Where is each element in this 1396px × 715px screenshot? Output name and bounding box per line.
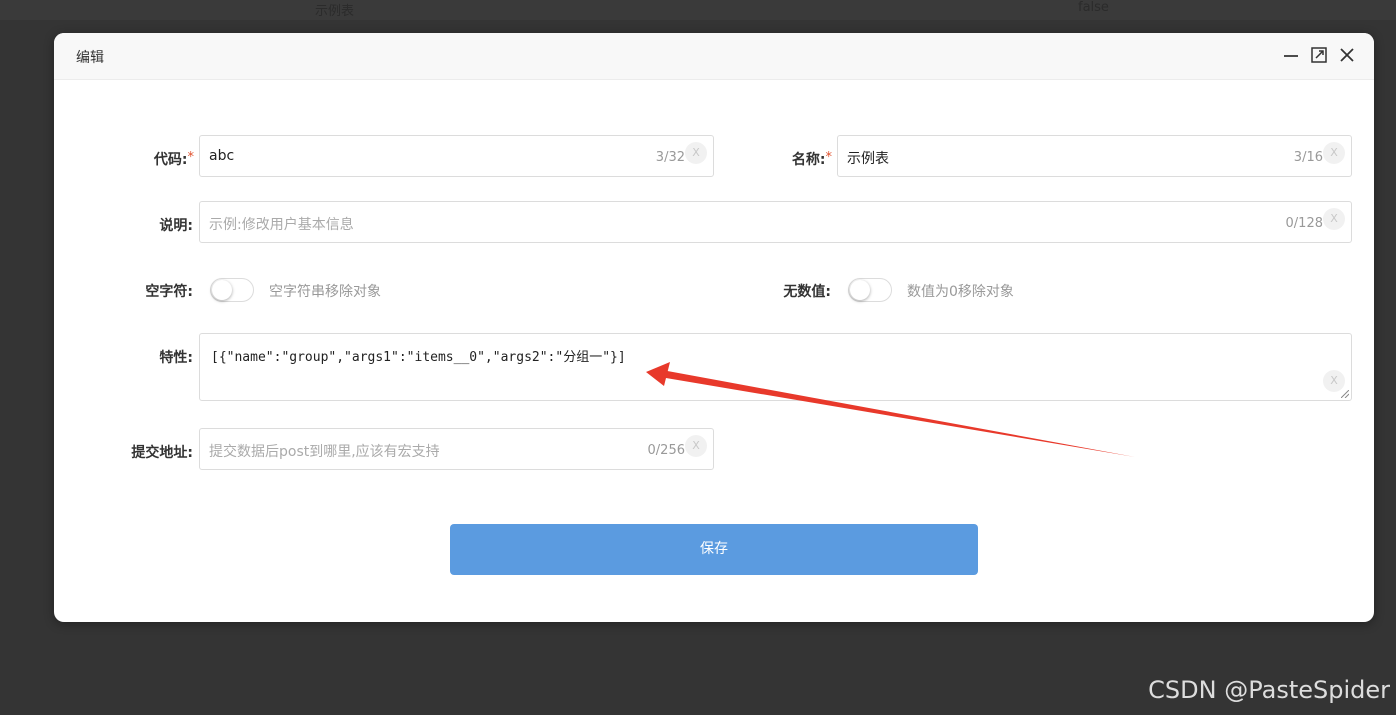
desc-field[interactable]: 示例:修改用户基本信息 0/128 X [199, 201, 1352, 243]
clear-icon[interactable]: X [1323, 208, 1345, 230]
empty-char-switch[interactable] [210, 278, 254, 302]
name-label: 名称:* [791, 150, 833, 168]
edit-dialog: 编辑 代码:* abc 3/32 X 名称:* 示例表 3/16 X 说明: 示… [54, 33, 1374, 622]
required-mark: * [825, 150, 833, 165]
resize-grip-icon[interactable] [1341, 390, 1349, 398]
no-value-switch-text: 数值为0移除对象 [907, 284, 1014, 300]
maximize-icon[interactable] [1309, 45, 1329, 65]
dialog-header: 编辑 [54, 33, 1374, 80]
watermark: CSDN @PasteSpider [1148, 676, 1390, 704]
code-field[interactable]: abc 3/32 X [199, 135, 714, 177]
background-cell-name: 示例表 [315, 4, 355, 19]
required-mark: * [187, 150, 195, 165]
switch-knob [212, 280, 232, 300]
traits-value: [{"name":"group","args1":"items__0","arg… [211, 350, 626, 365]
submit-url-field[interactable]: 提交数据后post到哪里,应该有宏支持 0/256 X [199, 428, 714, 470]
submit-url-label: 提交地址: [131, 445, 193, 461]
save-button[interactable]: 保存 [450, 524, 978, 575]
background-table-row [0, 0, 1396, 20]
traits-label: 特性: [159, 350, 193, 366]
no-value-label: 无数值: [783, 284, 831, 300]
desc-count: 0/128 [1285, 216, 1323, 231]
clear-icon[interactable]: X [685, 142, 707, 164]
close-icon[interactable] [1337, 45, 1357, 65]
desc-placeholder: 示例:修改用户基本信息 [209, 217, 354, 233]
empty-char-switch-text: 空字符串移除对象 [269, 284, 381, 300]
code-label: 代码:* [153, 150, 195, 168]
clear-icon[interactable]: X [1323, 370, 1345, 392]
clear-icon[interactable]: X [685, 435, 707, 457]
submit-url-placeholder: 提交数据后post到哪里,应该有宏支持 [209, 444, 440, 460]
name-value: 示例表 [847, 151, 889, 167]
background-cell-flag: false [1078, 0, 1109, 15]
no-value-switch[interactable] [848, 278, 892, 302]
code-value: abc [209, 148, 235, 164]
clear-icon[interactable]: X [1323, 142, 1345, 164]
switch-knob [850, 280, 870, 300]
traits-textarea[interactable]: [{"name":"group","args1":"items__0","arg… [199, 333, 1352, 401]
empty-char-label: 空字符: [145, 284, 193, 300]
name-field[interactable]: 示例表 3/16 X [837, 135, 1352, 177]
dialog-title: 编辑 [76, 50, 104, 66]
name-count: 3/16 [1293, 150, 1323, 165]
minimize-icon[interactable] [1281, 45, 1301, 65]
code-count: 3/32 [655, 150, 685, 165]
submit-url-count: 0/256 [647, 443, 685, 458]
desc-label: 说明: [159, 218, 193, 234]
